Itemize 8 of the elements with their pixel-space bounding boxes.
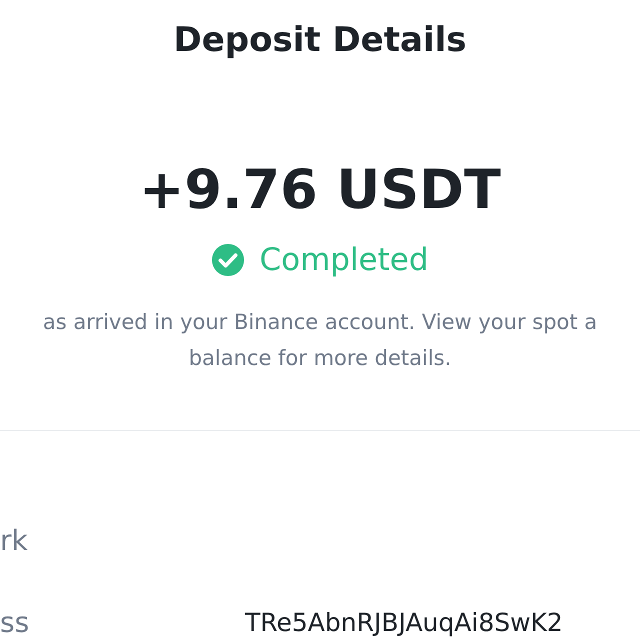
detail-value: TRe5AbnRJBJAuqAi8SwK2: [245, 608, 563, 636]
status-label: Completed: [259, 241, 429, 280]
page-title: Deposit Details: [172, 19, 468, 62]
detail-label: ss: [0, 606, 30, 638]
deposit-amount: +9.76 USDT: [138, 158, 502, 222]
message-text: balance for more details.: [188, 345, 452, 372]
detail-label: rk: [0, 524, 28, 556]
message-text: as arrived in your Binance account. View your spot a: [42, 309, 598, 336]
